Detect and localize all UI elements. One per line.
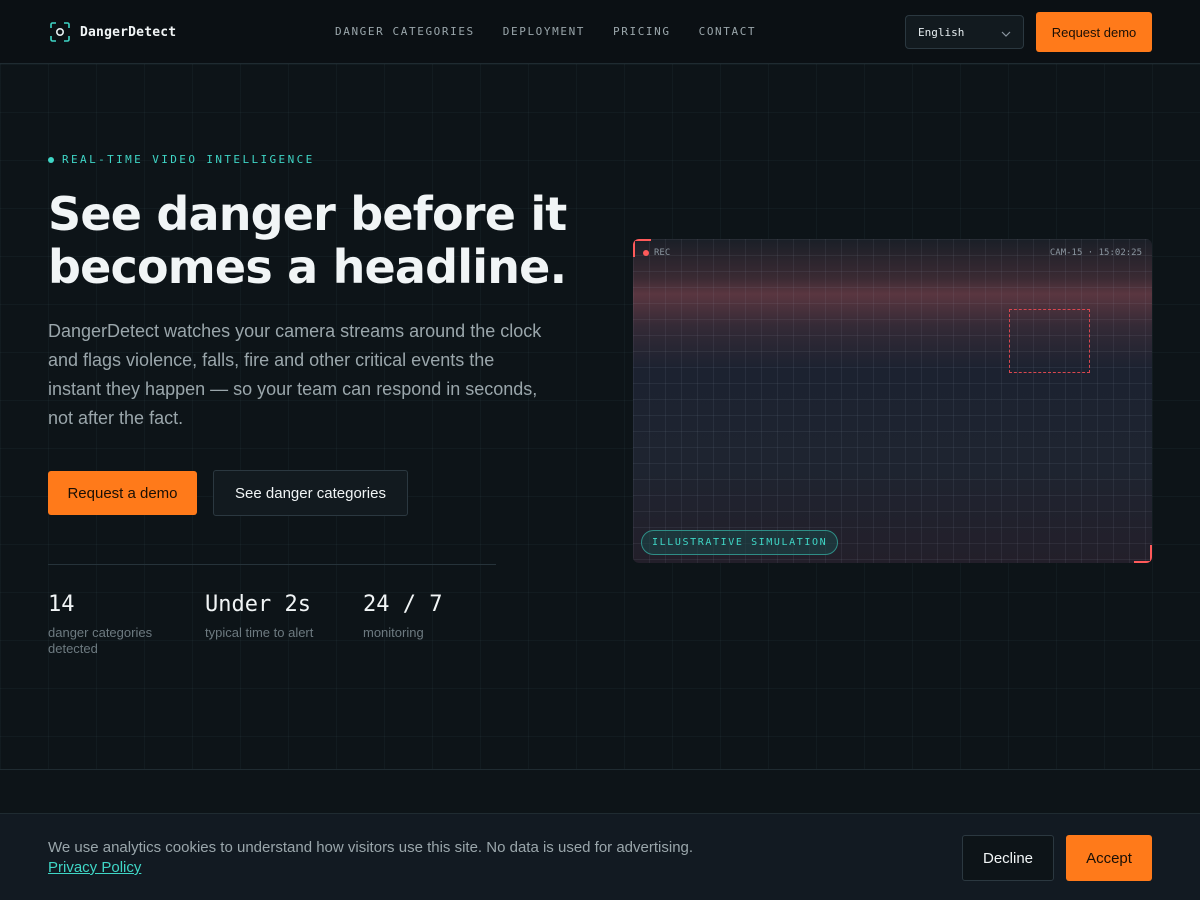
stat-value: 14: [48, 592, 75, 617]
eyebrow-label: REAL-TIME VIDEO INTELLIGENCE: [62, 153, 315, 166]
accept-cookies-button[interactable]: Accept: [1066, 835, 1152, 881]
illustrative-simulation-badge: ILLUSTRATIVE SIMULATION: [641, 530, 839, 555]
rec-label: REC: [654, 248, 671, 258]
cookie-consent-banner: We use analytics cookies to understand h…: [0, 813, 1200, 900]
brand-name: DangerDetect: [80, 24, 177, 40]
brand-logo[interactable]: DangerDetect: [50, 22, 176, 42]
cookie-message: We use analytics cookies to understand h…: [48, 839, 694, 856]
recording-indicator: REC: [643, 248, 670, 258]
nav-deployment[interactable]: DEPLOYMENT: [503, 25, 585, 38]
chevron-down-icon: [1001, 28, 1011, 41]
record-dot-icon: [643, 250, 649, 256]
detection-bounding-box: [1009, 309, 1090, 373]
see-danger-categories-button[interactable]: See danger categories: [213, 470, 408, 516]
stat-value: 24 / 7: [363, 592, 443, 617]
camera-feed-preview: REC CAM-15 · 15:02:25 ILLUSTRATIVE SIMUL…: [633, 239, 1152, 563]
section-divider: [0, 769, 1200, 770]
scan-focus-icon: [50, 22, 70, 42]
stats-divider: [48, 564, 496, 565]
hero-headline: See danger before it becomes a headline.: [48, 187, 567, 294]
main-nav: DANGER CATEGORIES DEPLOYMENT PRICING CON…: [335, 25, 756, 38]
language-select[interactable]: English: [905, 15, 1024, 49]
status-dot-icon: [48, 156, 54, 163]
frame-corner-bottom-right: [1134, 545, 1152, 563]
privacy-policy-link[interactable]: Privacy Policy: [48, 859, 141, 876]
nav-contact[interactable]: CONTACT: [699, 25, 757, 38]
language-select-value: English: [918, 25, 965, 39]
camera-id-timestamp: CAM-15 · 15:02:25: [1049, 248, 1142, 258]
stat-monitoring: 24 / 7 monitoring: [363, 592, 483, 641]
stat-categories: 14 danger categories detected: [48, 592, 168, 657]
nav-pricing[interactable]: PRICING: [613, 25, 671, 38]
request-demo-button[interactable]: Request demo: [1036, 12, 1152, 52]
decline-cookies-button[interactable]: Decline: [962, 835, 1054, 881]
top-navigation-bar: DangerDetect DANGER CATEGORIES DEPLOYMEN…: [0, 0, 1200, 64]
stat-value: Under 2s: [205, 592, 311, 617]
nav-danger-categories[interactable]: DANGER CATEGORIES: [335, 25, 475, 38]
stat-alert-time: Under 2s typical time to alert: [205, 592, 325, 641]
request-a-demo-button[interactable]: Request a demo: [48, 471, 197, 515]
stat-label: typical time to alert: [205, 625, 314, 640]
stat-label: monitoring: [363, 625, 424, 640]
stat-label: danger categories detected: [48, 625, 153, 656]
hero-eyebrow: REAL-TIME VIDEO INTELLIGENCE: [48, 153, 315, 166]
hero-lead: DangerDetect watches your camera streams…: [48, 321, 542, 428]
